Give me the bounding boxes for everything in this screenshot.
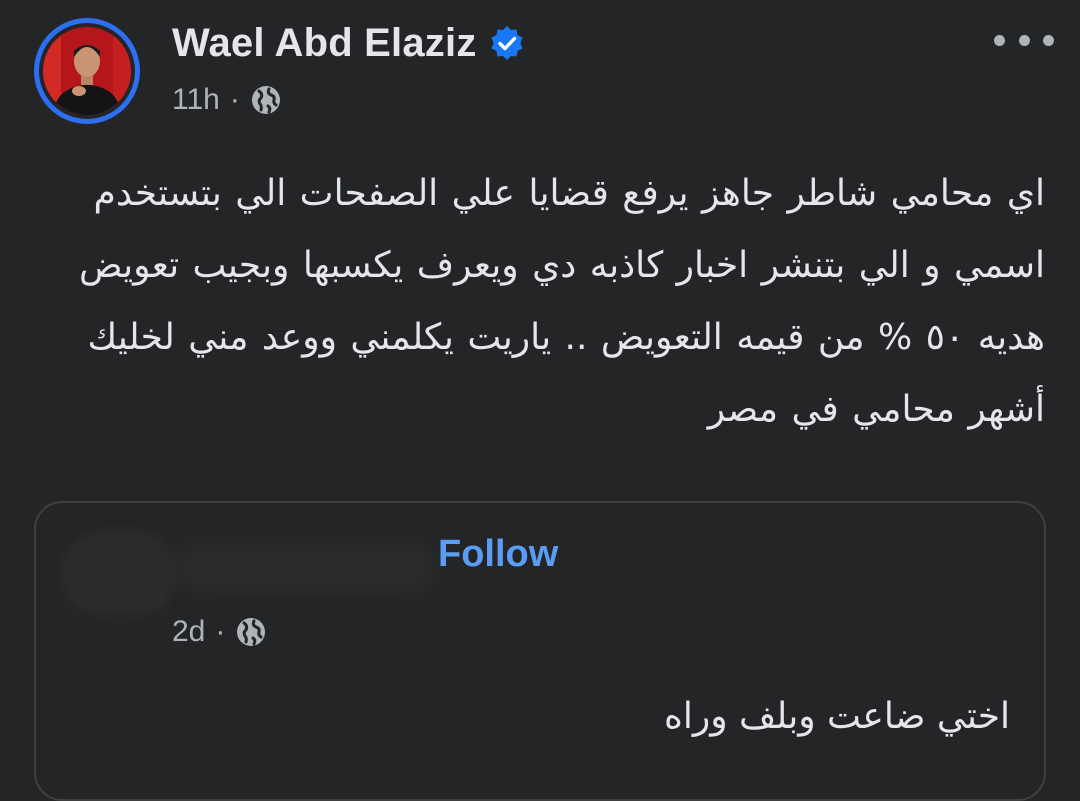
shared-post-time[interactable]: 2d [172,615,205,649]
verified-badge-icon [491,26,523,60]
author-avatar-ring[interactable] [34,18,140,124]
meta-separator: · [215,615,226,648]
author-name[interactable]: Wael Abd Elaziz [172,21,477,66]
more-options-icon[interactable] [994,22,1054,58]
globe-icon [251,86,280,114]
avatar-image [43,27,131,115]
post-time[interactable]: 11h [172,83,220,117]
author-row: Wael Abd Elaziz [172,18,525,68]
follow-button[interactable]: Follow [438,533,558,576]
blurred-author-avatar [60,531,180,615]
meta-separator: · [229,83,240,116]
author-avatar[interactable] [43,27,131,115]
shared-post-text: اختي ضاعت وبلف وراه [663,696,1010,737]
shared-post-card[interactable]: Follow 2d · اختي ضاعت وبلف وراه [34,501,1046,801]
more-dot [1043,34,1054,46]
more-dot [1018,34,1030,46]
post-header: Wael Abd Elaziz 11h · [0,0,1080,140]
shared-post-meta: 2d · [172,615,267,649]
globe-icon [237,618,266,646]
more-dot [994,34,1005,46]
blurred-author-name [176,541,436,593]
post-text: اي محامي شاطر جاهز يرفع قضايا علي الصفحا… [78,173,1045,430]
post-meta: 11h · [172,80,282,120]
